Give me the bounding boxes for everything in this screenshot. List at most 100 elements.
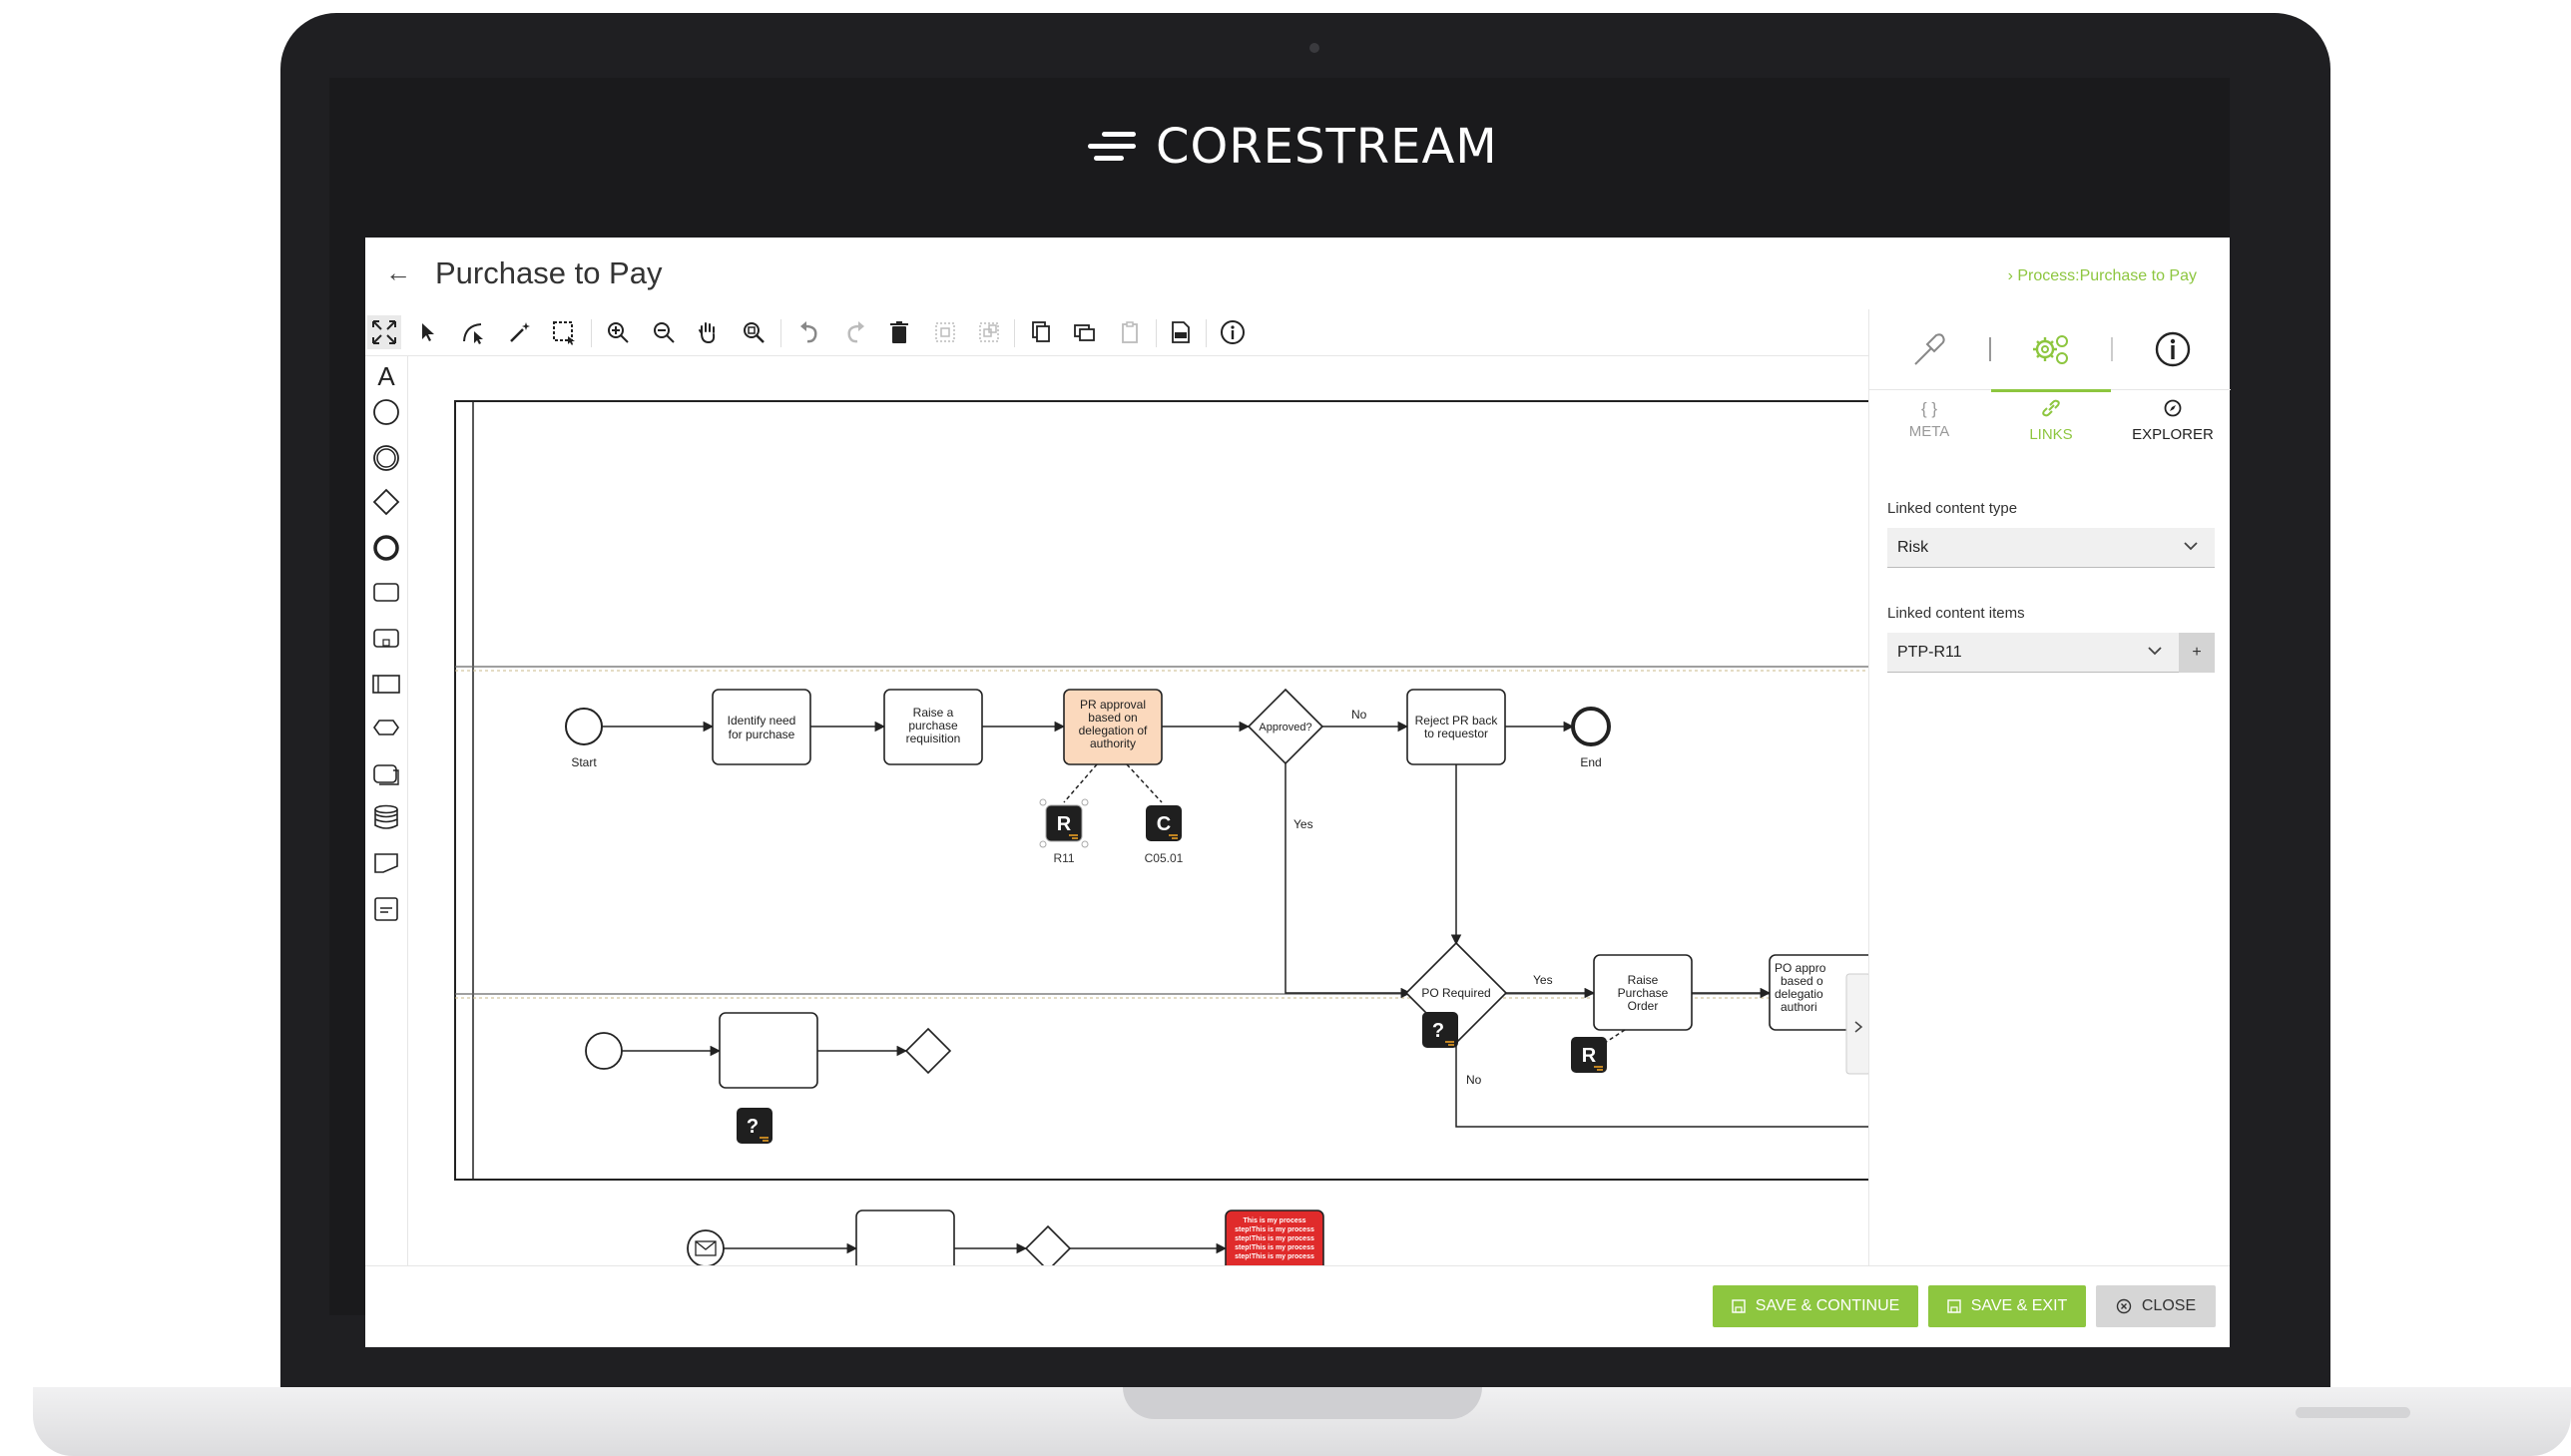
tab-links-settings[interactable]: [1991, 309, 2111, 392]
end-label: End: [1580, 755, 1601, 769]
pointer-icon[interactable]: [411, 315, 445, 349]
fit-screen-icon[interactable]: [367, 315, 401, 349]
paste-icon[interactable]: [1114, 315, 1148, 349]
task-identify-need[interactable]: Identify need for purchase: [712, 689, 811, 765]
group-icon[interactable]: [928, 315, 962, 349]
info-circle-icon: [2155, 331, 2191, 367]
badge-letter: R: [1582, 1045, 1597, 1067]
text-tool-icon[interactable]: A: [369, 359, 403, 393]
task-line: step!This is my process: [1235, 1244, 1314, 1251]
delete-icon[interactable]: [882, 315, 916, 349]
diagram-canvas[interactable]: Start Identify need for purchase Raise a…: [407, 355, 1868, 1265]
tab-info[interactable]: [2113, 309, 2233, 389]
gateway-empty-2[interactable]: [1024, 1224, 1072, 1265]
gateway-label: Approved?: [1259, 722, 1311, 733]
ungroup-icon[interactable]: [972, 315, 1006, 349]
start-event-icon[interactable]: [369, 395, 403, 429]
event-subprocess-icon[interactable]: [369, 711, 403, 744]
subtab-label: META: [1908, 423, 1950, 440]
marquee-select-icon[interactable]: [547, 315, 581, 349]
copy-icon[interactable]: [1024, 315, 1058, 349]
task-pr-approval[interactable]: PR approval based on delegation of autho…: [1063, 689, 1163, 765]
tab-style[interactable]: [1869, 309, 1989, 389]
task-line: based o: [1781, 974, 1823, 988]
task-error[interactable]: This is my process step!This is my proce…: [1225, 1210, 1324, 1265]
shape-palette: A: [365, 355, 408, 1265]
start-event-2[interactable]: [585, 1032, 623, 1070]
badge-letter: ?: [1432, 1020, 1444, 1042]
gateway-icon[interactable]: [369, 485, 403, 519]
task-line: delegation of: [1079, 724, 1148, 737]
close-button[interactable]: CLOSE: [2096, 1285, 2216, 1327]
task-line: based on: [1088, 711, 1137, 725]
gateway-approved[interactable]: Approved?: [1247, 688, 1324, 765]
risk-badge-po[interactable]: R: [1571, 1037, 1607, 1073]
panel-subtabs: { } META LINKS EXPLORER: [1869, 391, 2231, 451]
save-icon: [1946, 1299, 1961, 1313]
task-raise-po[interactable]: Raise Purchase Order: [1593, 954, 1693, 1031]
brand-name: CORESTREAM: [1156, 119, 1498, 175]
note-icon[interactable]: [369, 892, 403, 926]
save-continue-button[interactable]: SAVE & CONTINUE: [1713, 1285, 1918, 1327]
task-line: authority: [1090, 736, 1136, 750]
zoom-fit-icon[interactable]: [737, 315, 771, 349]
info-icon[interactable]: [1216, 315, 1250, 349]
badge-letter: ?: [747, 1116, 759, 1138]
intermediate-event-icon[interactable]: [369, 441, 403, 475]
task-line: Purchase: [1618, 986, 1669, 1000]
gateway-empty[interactable]: [904, 1027, 952, 1075]
linked-items-select[interactable]: PTP-R11 +: [1887, 633, 2215, 673]
question-badge[interactable]: ?: [1422, 1012, 1458, 1048]
annotation-icon[interactable]: [369, 846, 403, 880]
control-badge-label: C05.01: [1145, 851, 1184, 865]
risk-badge[interactable]: R: [1045, 804, 1083, 842]
data-store-icon[interactable]: [369, 800, 403, 834]
pool-icon[interactable]: [369, 667, 403, 701]
zoom-in-icon[interactable]: [601, 315, 635, 349]
control-badge[interactable]: C: [1146, 805, 1182, 841]
task-empty-2[interactable]: [855, 1210, 955, 1265]
pool[interactable]: [454, 400, 1868, 1181]
task-raise-requisition[interactable]: Raise a purchase requisition: [883, 689, 983, 765]
task-line: Order: [1628, 999, 1659, 1013]
breadcrumb[interactable]: › Process:Purchase to Pay: [2008, 267, 2197, 285]
task-line: step!This is my process: [1235, 1235, 1314, 1242]
task-icon[interactable]: [369, 575, 403, 609]
task-line: step!This is my process: [1235, 1226, 1314, 1233]
task-empty[interactable]: [719, 1012, 818, 1089]
subtab-meta[interactable]: { } META: [1869, 391, 1989, 451]
close-circle-icon: [2116, 1298, 2132, 1314]
magic-wand-icon[interactable]: [503, 315, 537, 349]
svg-export-icon[interactable]: [1164, 315, 1198, 349]
select-value: PTP-R11: [1897, 644, 1962, 661]
add-link-button[interactable]: +: [2179, 633, 2215, 673]
risk-badge-label: R11: [1053, 851, 1074, 865]
data-object-icon[interactable]: [369, 756, 403, 790]
subtab-explorer[interactable]: EXPLORER: [2113, 391, 2233, 451]
zoom-out-icon[interactable]: [647, 315, 681, 349]
duplicate-icon[interactable]: [1068, 315, 1102, 349]
link-icon: [1991, 399, 2111, 422]
save-exit-button[interactable]: SAVE & EXIT: [1928, 1285, 2086, 1327]
redo-icon[interactable]: [838, 315, 872, 349]
back-arrow-icon[interactable]: ←: [385, 257, 411, 288]
message-start-event[interactable]: [687, 1229, 725, 1265]
question-badge-2[interactable]: ?: [737, 1108, 772, 1144]
subprocess-icon[interactable]: [369, 621, 403, 655]
linked-type-label: Linked content type: [1887, 500, 2018, 517]
end-event[interactable]: [1571, 707, 1611, 746]
laptop-notch: [1123, 1387, 1482, 1419]
start-event[interactable]: [565, 708, 603, 745]
hand-pan-icon[interactable]: [691, 315, 725, 349]
linked-type-select[interactable]: Risk: [1887, 528, 2215, 568]
header: ← Purchase to Pay › Process:Purchase to …: [365, 238, 2230, 309]
subtab-links[interactable]: LINKS: [1991, 391, 2111, 451]
button-label: CLOSE: [2141, 1297, 2197, 1314]
undo-icon[interactable]: [792, 315, 826, 349]
task-line: PO appro: [1775, 961, 1826, 975]
connect-tool-icon[interactable]: [457, 315, 491, 349]
task-reject-pr[interactable]: Reject PR back to requestor: [1406, 689, 1506, 765]
task-line: Identify need: [728, 714, 796, 728]
task-line: for purchase: [729, 728, 795, 741]
end-event-icon[interactable]: [369, 531, 403, 565]
